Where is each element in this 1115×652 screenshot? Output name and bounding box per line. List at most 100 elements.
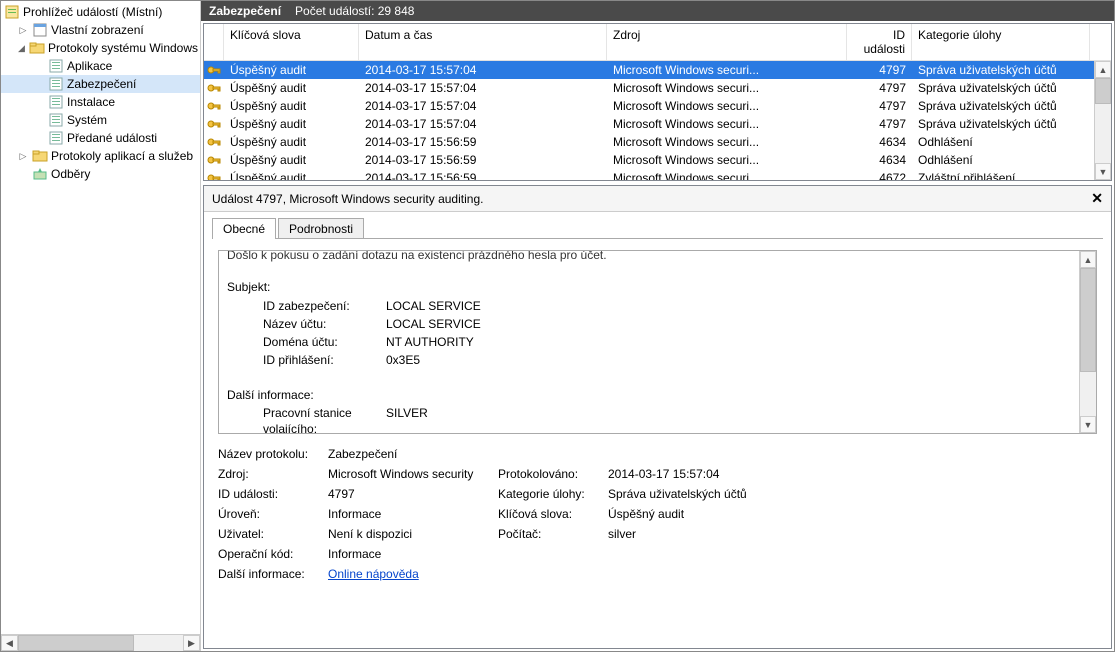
main-header: Zabezpečení Počet událostí: 29 848 [201, 1, 1114, 21]
tree-item-label: Protokoly aplikací a služeb [51, 148, 193, 164]
tree[interactable]: Prohlížeč událostí (Místní) ▷Vlastní zob… [1, 1, 200, 634]
cell-keywords: Úspěšný audit [224, 116, 359, 132]
cell-category: Odhlášení [912, 134, 1090, 150]
event-row[interactable]: Úspěšný audit2014-03-17 15:57:04Microsof… [204, 97, 1094, 115]
event-row[interactable]: Úspěšný audit2014-03-17 15:57:04Microsof… [204, 61, 1094, 79]
cell-datetime: 2014-03-17 15:57:04 [359, 116, 607, 132]
col-source[interactable]: Zdroj [607, 24, 847, 60]
col-icon[interactable] [204, 24, 224, 60]
additional-header: Další informace: [227, 387, 1071, 403]
log-icon [48, 94, 64, 110]
tree-item[interactable]: Instalace [1, 93, 200, 111]
scroll-track[interactable] [1080, 268, 1096, 416]
tab-general[interactable]: Obecné [212, 218, 276, 239]
meta-grid: Název protokolu: Zabezpečení Zdroj: Micr… [218, 444, 1097, 584]
description-content[interactable]: Došlo k pokusu o zadání dotazu na existe… [219, 251, 1079, 433]
col-datetime[interactable]: Datum a čas [359, 24, 607, 60]
cell-keywords: Úspěšný audit [224, 134, 359, 150]
scroll-up-icon[interactable]: ▲ [1080, 251, 1096, 268]
cell-keywords: Úspěšný audit [224, 98, 359, 114]
col-category[interactable]: Kategorie úlohy [912, 24, 1090, 60]
scroll-left-icon[interactable]: ◀ [1, 635, 18, 651]
event-row[interactable]: Úspěšný audit2014-03-17 15:56:59Microsof… [204, 169, 1094, 180]
cell-datetime: 2014-03-17 15:56:59 [359, 134, 607, 150]
tree-item-label: Zabezpečení [67, 76, 136, 92]
tree-root-label: Prohlížeč událostí (Místní) [23, 4, 162, 20]
additional-table: Pracovní stanice volajícího:SILVER Název… [227, 403, 436, 433]
tree-item[interactable]: ◢ Protokoly systému Windows [1, 39, 200, 57]
tree-item-label: Předané události [67, 130, 157, 146]
tree-item-label: Systém [67, 112, 107, 128]
log-icon [48, 76, 64, 92]
expander-icon[interactable]: ▷ [17, 25, 29, 36]
tree-item[interactable]: ▷Vlastní zobrazení [1, 21, 200, 39]
cell-source: Microsoft Windows securi... [607, 152, 847, 168]
views-icon [32, 22, 48, 38]
online-help-link[interactable]: Online nápověda [328, 567, 419, 581]
scroll-track[interactable] [1095, 78, 1111, 163]
cell-keywords: Úspěšný audit [224, 80, 359, 96]
list-vscrollbar[interactable]: ▲ ▼ [1094, 61, 1111, 180]
tab-underline [212, 238, 1103, 239]
subject-header: Subjekt: [227, 279, 1071, 295]
key-icon [204, 98, 224, 114]
tree-item[interactable]: ▷ Protokoly aplikací a služeb [1, 147, 200, 165]
subject-table: ID zabezpečení:LOCAL SERVICE Název účtu:… [227, 296, 489, 371]
expander-icon[interactable]: ▷ [17, 151, 29, 162]
scroll-right-icon[interactable]: ▶ [183, 635, 200, 651]
expander-icon[interactable]: ◢ [17, 43, 26, 54]
cell-eventid: 4797 [847, 62, 912, 78]
subs-icon [32, 166, 48, 182]
detail-title: Událost 4797, Microsoft Windows security… [212, 192, 483, 206]
tree-root[interactable]: Prohlížeč událostí (Místní) [1, 3, 200, 21]
list-body[interactable]: Úspěšný audit2014-03-17 15:57:04Microsof… [204, 61, 1094, 180]
description-box: Došlo k pokusu o zadání dotazu na existe… [218, 250, 1097, 434]
cell-eventid: 4634 [847, 134, 912, 150]
cell-eventid: 4797 [847, 80, 912, 96]
tree-item-label: Protokoly systému Windows [48, 40, 198, 56]
column-headers[interactable]: Klíčová slova Datum a čas Zdroj ID událo… [204, 24, 1111, 61]
event-row[interactable]: Úspěšný audit2014-03-17 15:56:59Microsof… [204, 151, 1094, 169]
scroll-down-icon[interactable]: ▼ [1095, 163, 1111, 180]
key-icon [204, 152, 224, 168]
detail-tabs: Obecné Podrobnosti [204, 212, 1111, 239]
cell-category: Správa uživatelských účtů [912, 98, 1090, 114]
tree-item[interactable]: Zabezpečení [1, 75, 200, 93]
col-eventid[interactable]: ID události [847, 24, 912, 60]
main-pane: Zabezpečení Počet událostí: 29 848 Klíčo… [201, 1, 1114, 651]
event-list: Klíčová slova Datum a čas Zdroj ID událo… [203, 23, 1112, 181]
tree-item[interactable]: Aplikace [1, 57, 200, 75]
col-keywords[interactable]: Klíčová slova [224, 24, 359, 60]
key-icon [204, 116, 224, 132]
scroll-track[interactable] [18, 635, 183, 651]
scroll-down-icon[interactable]: ▼ [1080, 416, 1096, 433]
cell-source: Microsoft Windows securi... [607, 80, 847, 96]
folder-icon [32, 148, 48, 164]
cell-category: Odhlášení [912, 152, 1090, 168]
event-row[interactable]: Úspěšný audit2014-03-17 15:57:04Microsof… [204, 115, 1094, 133]
tree-item-label: Odběry [51, 166, 90, 182]
tree-item-label: Instalace [67, 94, 115, 110]
tree-hscrollbar[interactable]: ◀ ▶ [1, 634, 200, 651]
cell-datetime: 2014-03-17 15:57:04 [359, 62, 607, 78]
tree-item[interactable]: Odběry [1, 165, 200, 183]
tree-item[interactable]: Systém [1, 111, 200, 129]
close-icon[interactable]: ✕ [1091, 190, 1103, 207]
desc-vscrollbar[interactable]: ▲ ▼ [1079, 251, 1096, 433]
scroll-thumb[interactable] [1080, 268, 1096, 372]
event-count: Počet událostí: 29 848 [295, 4, 414, 18]
scroll-thumb[interactable] [1095, 78, 1111, 104]
scroll-thumb[interactable] [18, 635, 134, 651]
event-row[interactable]: Úspěšný audit2014-03-17 15:56:59Microsof… [204, 133, 1094, 151]
event-row[interactable]: Úspěšný audit2014-03-17 15:57:04Microsof… [204, 79, 1094, 97]
tree-item[interactable]: Předané události [1, 129, 200, 147]
cell-keywords: Úspěšný audit [224, 152, 359, 168]
cell-datetime: 2014-03-17 15:56:59 [359, 152, 607, 168]
cell-source: Microsoft Windows securi... [607, 134, 847, 150]
tab-details[interactable]: Podrobnosti [278, 218, 364, 239]
cell-datetime: 2014-03-17 15:57:04 [359, 80, 607, 96]
scroll-up-icon[interactable]: ▲ [1095, 61, 1111, 78]
detail-pane: Událost 4797, Microsoft Windows security… [203, 185, 1112, 649]
log-icon [48, 130, 64, 146]
cell-source: Microsoft Windows securi... [607, 116, 847, 132]
